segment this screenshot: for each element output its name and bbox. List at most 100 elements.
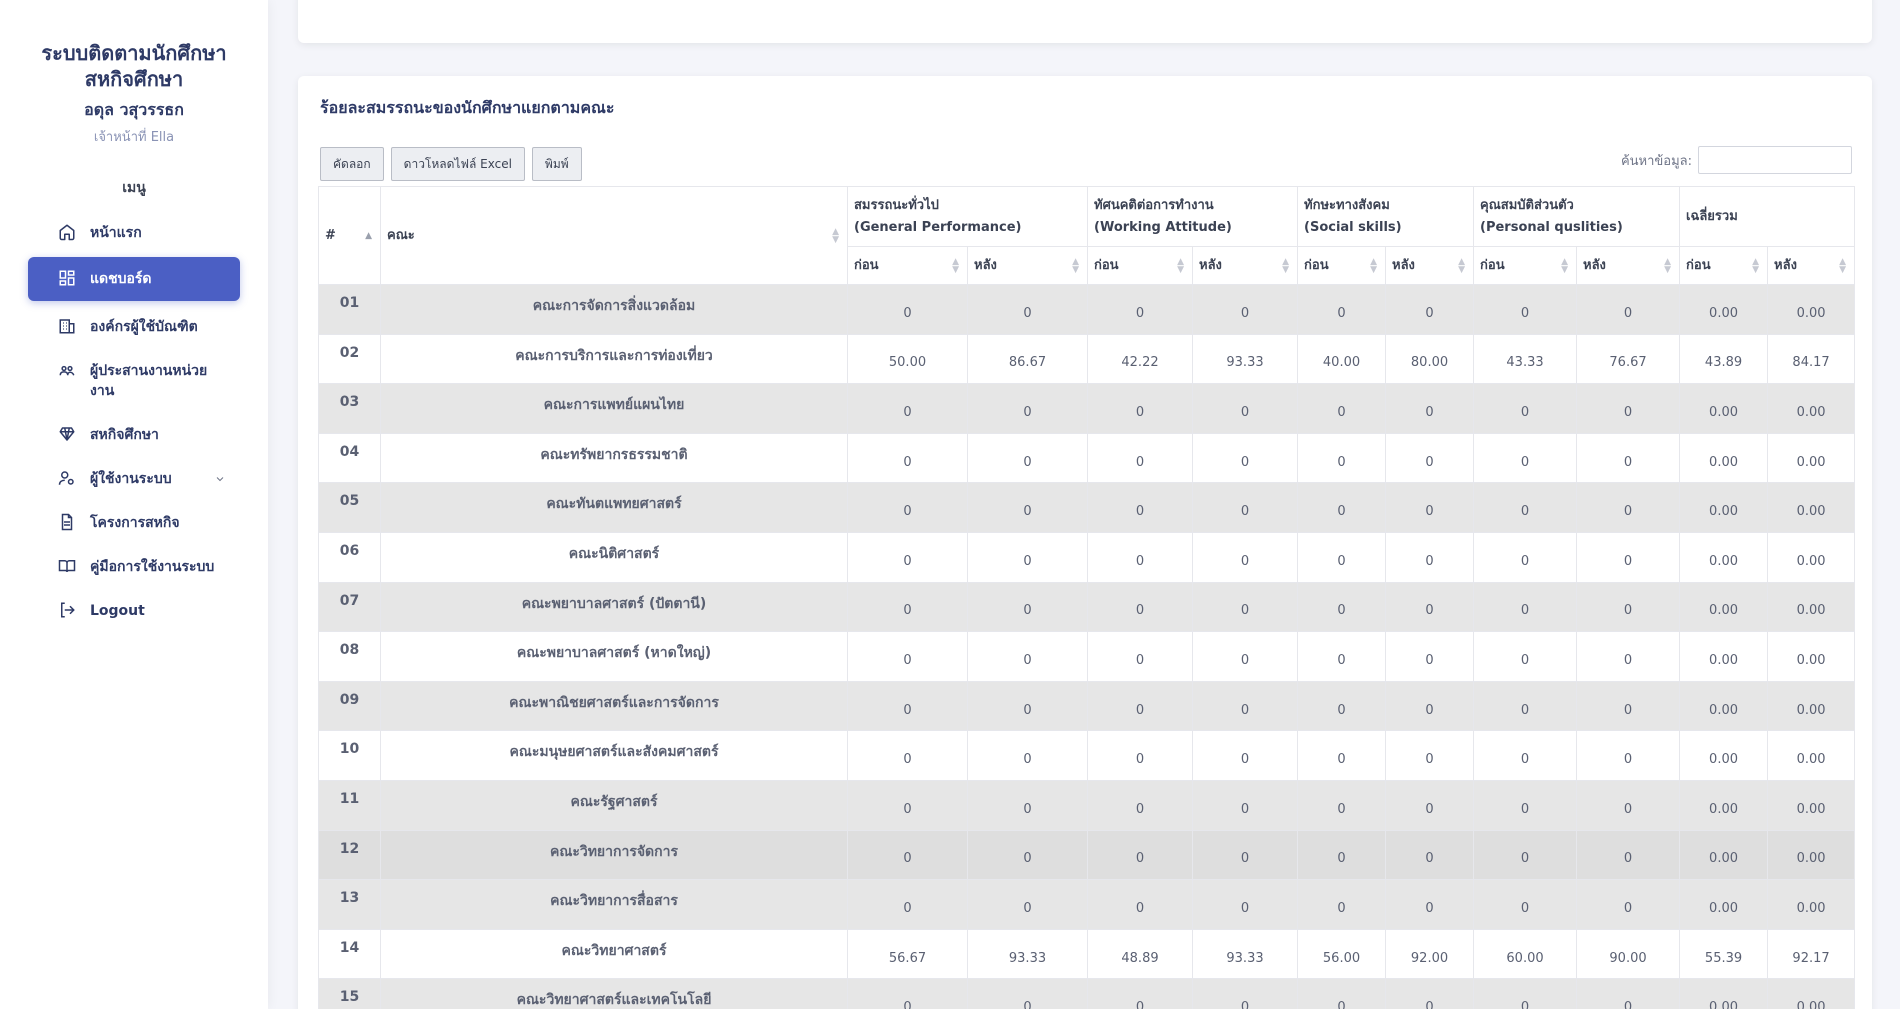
diamond-icon — [58, 425, 76, 443]
group-header-average: เฉลี่ยรวม — [1679, 186, 1856, 247]
score-cell: 0 — [1576, 680, 1681, 732]
row-number: 01 — [318, 284, 381, 335]
search-input[interactable] — [1698, 146, 1852, 174]
col-header-before[interactable]: ก่อน ▲ ▼ — [1297, 246, 1387, 285]
sidebar-item-coop[interactable]: สหกิจศึกษา — [28, 413, 240, 457]
score-cell: 0 — [1191, 432, 1299, 484]
score-cell: 0 — [1297, 680, 1387, 732]
faculty-name: คณะพาณิชยศาสตร์และการจัดการ — [380, 680, 848, 732]
score-cell: 0 — [1473, 680, 1578, 732]
score-cell: 0 — [1087, 482, 1193, 533]
dashboard-icon — [58, 269, 76, 287]
row-number: 06 — [318, 531, 381, 583]
table-row: 02 คณะการบริการและการท่องเที่ยว 50.00 86.67… — [318, 333, 1856, 385]
score-cell: 0 — [1385, 284, 1475, 335]
score-cell: 0 — [1087, 631, 1193, 682]
sidebar-item-label: สหกิจศึกษา — [90, 427, 159, 443]
excel-download-button[interactable]: ดาวโหลดไฟล์ Excel — [390, 147, 525, 181]
sort-icon: ▲ ▼ — [1839, 256, 1847, 275]
score-cell: 0 — [1191, 631, 1299, 682]
score-cell: 0 — [967, 779, 1088, 831]
score-cell: 0 — [1297, 978, 1387, 1009]
col-header-before[interactable]: ก่อน ▲ ▼ — [1679, 246, 1769, 285]
col-header-after[interactable]: หลัง ▲ ▼ — [1385, 246, 1475, 285]
col-header-after[interactable]: หลัง ▲ ▼ — [967, 246, 1088, 285]
col-header-index[interactable]: # ▲ — [318, 186, 381, 285]
score-cell: 0 — [967, 284, 1088, 335]
score-cell: 93.33 — [1191, 928, 1299, 980]
chevron-down-icon[interactable] — [214, 471, 226, 491]
sidebar-item-manual[interactable]: คู่มือการใช้งานระบบ — [28, 545, 240, 589]
sidebar-item-home[interactable]: หน้าแรก — [28, 211, 240, 255]
building-icon — [58, 317, 76, 335]
score-cell: 0 — [1191, 531, 1299, 583]
score-cell: 0 — [967, 383, 1088, 434]
col-header-before[interactable]: ก่อน ▲ ▼ — [1087, 246, 1193, 285]
sidebar-item-organizations[interactable]: องค์กรผู้ใช้บัณฑิต — [28, 305, 240, 349]
score-cell: 0 — [1473, 383, 1578, 434]
logout-icon — [58, 601, 76, 619]
score-cell: 0 — [1576, 879, 1681, 930]
sidebar-item-label: โครงการสหกิจ — [90, 515, 180, 531]
score-cell: 0 — [1191, 482, 1299, 533]
col-header-after[interactable]: หลัง ▲ ▼ — [1576, 246, 1681, 285]
sort-asc-icon: ▲ — [365, 230, 372, 241]
score-cell: 0 — [1385, 978, 1475, 1009]
score-cell: 0.00 — [1767, 432, 1856, 484]
score-cell: 0 — [967, 680, 1088, 732]
sort-icon: ▲ ▼ — [1664, 256, 1672, 275]
document-icon — [58, 513, 76, 531]
sidebar-item-system-users[interactable]: ผู้ใช้งานระบบ — [28, 457, 240, 501]
brand: ระบบติดตามนักศึกษา สหกิจศึกษา อดุล วสุวร… — [0, 0, 268, 147]
score-cell: 0 — [1191, 730, 1299, 781]
score-cell: 0.00 — [1767, 829, 1856, 881]
table-header: # ▲ คณะ ▲ ▼ สมรรถนะทั่วไป (General Perfor… — [318, 186, 1856, 285]
faculty-name: คณะพยาบาลศาสตร์ (ปัตตานี) — [380, 581, 848, 633]
score-cell: 0.00 — [1679, 829, 1769, 881]
score-cell: 0 — [847, 680, 968, 732]
score-cell: 0.00 — [1679, 581, 1769, 633]
score-cell: 0 — [1087, 879, 1193, 930]
sidebar-item-label: องค์กรผู้ใช้บัณฑิต — [90, 319, 198, 335]
sort-icon: ▲ ▼ — [1752, 256, 1760, 275]
faculty-name: คณะมนุษยศาสตร์และสังคมศาสตร์ — [380, 730, 848, 781]
sidebar-item-dashboard[interactable]: แดชบอร์ด — [28, 257, 240, 301]
score-cell: 0 — [1576, 631, 1681, 682]
score-cell: 0.00 — [1679, 730, 1769, 781]
faculty-name: คณะการแพทย์แผนไทย — [380, 383, 848, 434]
score-cell: 0 — [1576, 482, 1681, 533]
sidebar-item-logout[interactable]: Logout — [28, 589, 240, 633]
score-cell: 0 — [1297, 879, 1387, 930]
copy-button[interactable]: คัดลอก — [320, 147, 384, 181]
sidebar-item-coordinators[interactable]: ผู้ประสานงานหน่วยงาน — [28, 349, 240, 413]
row-number: 13 — [318, 879, 381, 930]
print-button[interactable]: พิมพ์ — [531, 147, 582, 181]
score-cell: 55.39 — [1679, 928, 1769, 980]
col-header-before[interactable]: ก่อน ▲ ▼ — [847, 246, 968, 285]
table-row: 14 คณะวิทยาศาสตร์ 56.67 93.33 48.89 93.33 56.0… — [318, 928, 1856, 980]
score-cell: 0.00 — [1767, 482, 1856, 533]
table-row: 07 คณะพยาบาลศาสตร์ (ปัตตานี) 0 0 0 0 0 0 0 0 0.00 0… — [318, 581, 1856, 633]
col-header-after[interactable]: หลัง ▲ ▼ — [1191, 246, 1299, 285]
score-cell: 0 — [1385, 581, 1475, 633]
group-header-working-attitude: ทัศนคติต่อการทำงาน (Working Attitude) — [1086, 186, 1299, 247]
search-label: ค้นหาข้อมูล: — [1620, 153, 1692, 169]
col-header-after[interactable]: หลัง ▲ ▼ — [1767, 246, 1856, 285]
sidebar-item-label: ผู้ใช้งานระบบ — [90, 471, 172, 487]
score-cell: 0 — [1385, 779, 1475, 831]
col-header-faculty[interactable]: คณะ ▲ ▼ — [380, 186, 848, 285]
row-number: 04 — [318, 432, 381, 484]
menu-heading: เมนู — [122, 180, 146, 196]
score-cell: 0 — [1385, 432, 1475, 484]
table-row: 11 คณะรัฐศาสตร์ 0 0 0 0 0 0 0 0 0.00 0.00 — [318, 779, 1856, 831]
score-cell: 0.00 — [1679, 978, 1769, 1009]
score-cell: 0 — [1297, 531, 1387, 583]
col-header-before[interactable]: ก่อน ▲ ▼ — [1473, 246, 1578, 285]
sort-icon: ▲ ▼ — [1177, 256, 1184, 275]
top-card — [298, 0, 1872, 43]
score-cell: 0 — [1576, 531, 1681, 583]
table-row: 03 คณะการแพทย์แผนไทย 0 0 0 0 0 0 0 0 0.00 0.00 — [318, 383, 1856, 434]
sidebar-item-projects[interactable]: โครงการสหกิจ — [28, 501, 240, 545]
sort-icon: ▲ ▼ — [832, 226, 839, 245]
score-cell: 0 — [1297, 829, 1387, 881]
